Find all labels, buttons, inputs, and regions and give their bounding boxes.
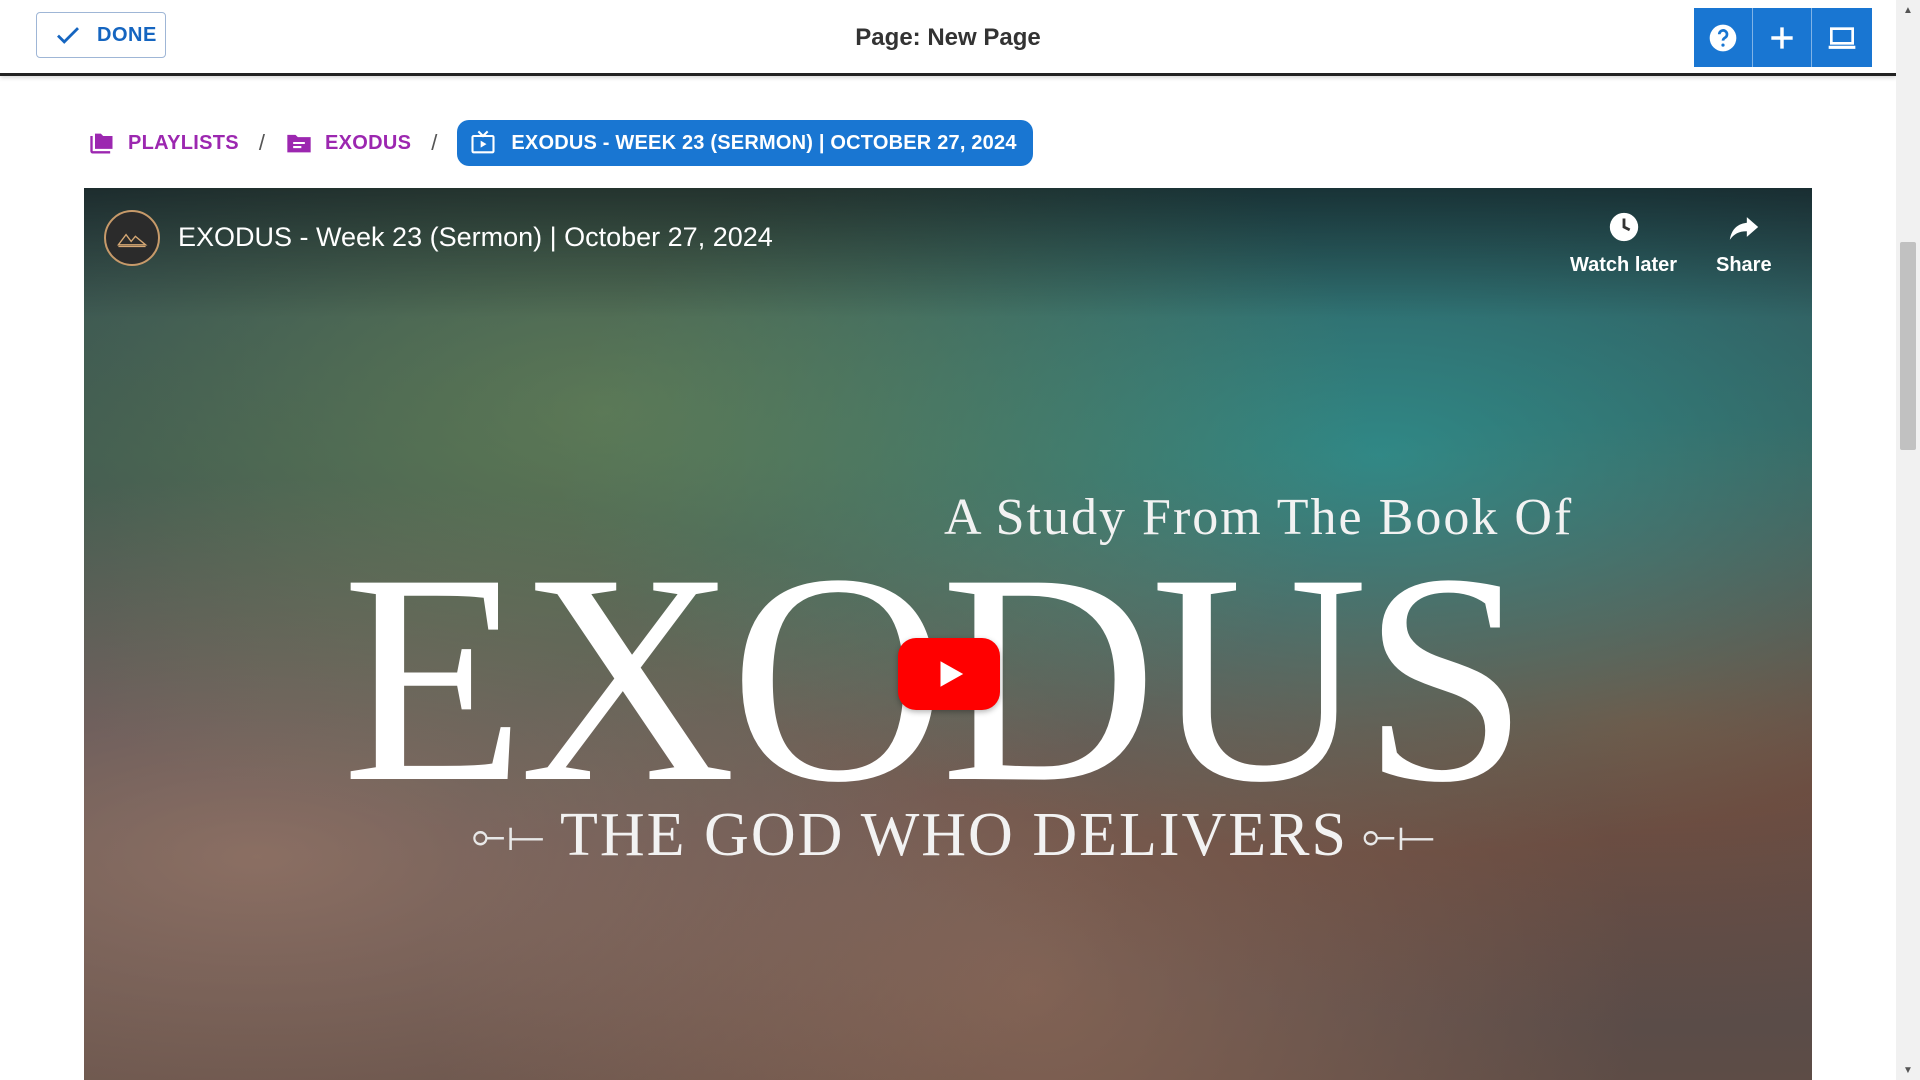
share-button[interactable]: Share [1716,210,1772,277]
top-bar: DONE Page: New Page [0,0,1896,76]
top-action-group [1694,8,1872,67]
breadcrumb-current-label: EXODUS - WEEK 23 (SERMON) | OCTOBER 27, … [511,131,1017,154]
add-icon [1771,26,1793,49]
scroll-down-arrow-icon[interactable]: ▼ [1896,1060,1920,1080]
clock-icon [1609,212,1638,242]
breadcrumb-item-playlists[interactable]: PLAYLISTS [88,129,239,157]
video-tv-icon [471,130,495,154]
thumbnail-subtitle: THE GOD WHO DELIVERS [560,801,1348,869]
video-top-shade [84,188,1812,318]
flourish-left: ⟜⟝ [471,812,547,859]
breadcrumb-current[interactable]: EXODUS - WEEK 23 (SERMON) | OCTOBER 27, … [457,120,1033,166]
video-title[interactable]: EXODUS - Week 23 (Sermon) | October 27, … [178,222,773,253]
channel-avatar[interactable] [104,210,160,266]
help-button[interactable] [1694,8,1753,67]
share-arrow-icon [1729,217,1758,240]
device-preview-icon [1828,26,1855,49]
device-preview-button[interactable] [1812,8,1871,67]
flourish-right: ⟜⟝ [1361,812,1437,859]
breadcrumb: PLAYLISTS / EXODUS / EXODUS - WEEK 23 (S… [88,120,1033,166]
vertical-scrollbar[interactable]: ▲ ▼ [1896,0,1920,1080]
scroll-thumb[interactable] [1900,242,1916,450]
thumbnail-subtitle-row: ⟜⟝ THE GOD WHO DELIVERS ⟜⟝ [454,800,1454,871]
breadcrumb-label: PLAYLISTS [128,131,239,154]
app: DONE Page: New Page PLAYLISTS / EXODUS /… [0,0,1920,1080]
playlists-folder-icon [90,133,113,154]
add-button[interactable] [1753,8,1812,67]
help-icon [1709,24,1737,51]
breadcrumb-separator: / [431,130,438,155]
folder-list-icon [287,134,311,153]
video-embed[interactable]: EXODUS - Week 23 (Sermon) | October 27, … [84,188,1812,1080]
watch-later-label: Watch later [1570,254,1678,276]
page-title: Page: New Page [855,24,1041,51]
breadcrumb-separator: / [258,130,265,155]
breadcrumb-label: EXODUS [325,131,412,154]
breadcrumb-item-exodus[interactable]: EXODUS [285,129,411,157]
share-label: Share [1716,254,1772,276]
play-button[interactable] [898,638,1000,710]
scroll-up-arrow-icon[interactable]: ▲ [1896,0,1920,20]
play-icon [940,661,964,687]
mountain-logo-icon [117,233,148,248]
watch-later-button[interactable]: Watch later [1570,210,1677,277]
